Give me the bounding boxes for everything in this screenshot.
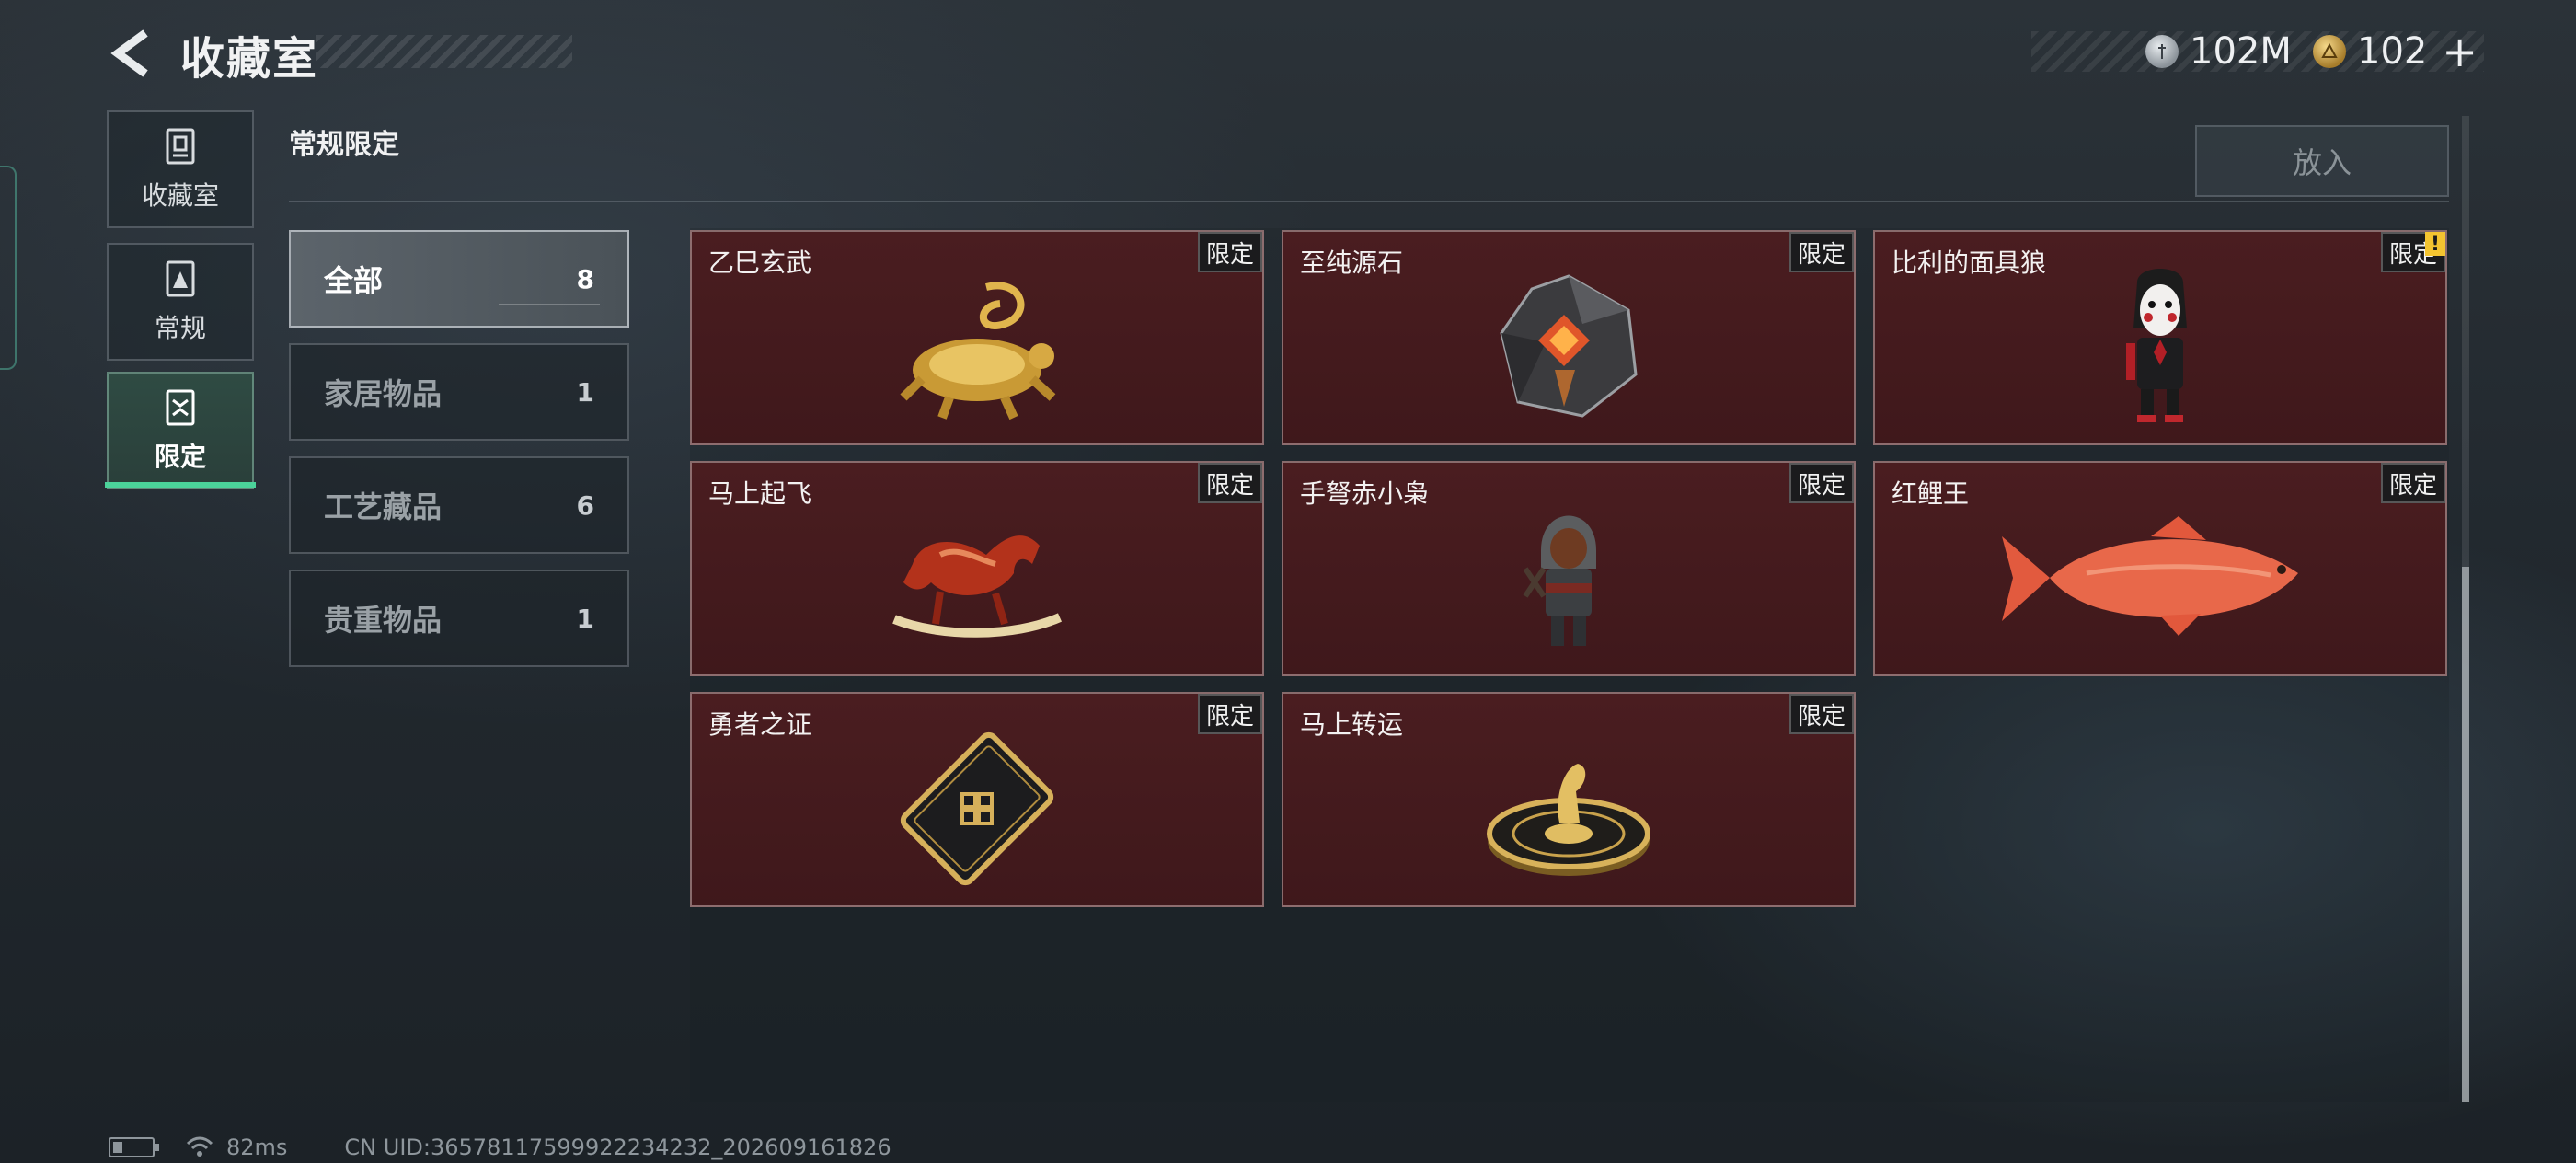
limited-badge: 限定 bbox=[1198, 694, 1262, 734]
place-button[interactable]: 放入 bbox=[2195, 125, 2449, 197]
gold-coin-icon bbox=[2313, 35, 2346, 68]
category-home-items[interactable]: 家居物品 1 bbox=[289, 343, 629, 441]
nav-item-label: 限定 bbox=[154, 442, 206, 472]
category-bar bbox=[499, 304, 600, 305]
item-card[interactable]: 比利的面具狼 限定 ! bbox=[1873, 230, 2447, 445]
status-footer: 82ms CN UID:3657811759992223423​2_202609… bbox=[109, 1134, 891, 1161]
item-name: 马上转运 bbox=[1300, 709, 1404, 740]
limited-badge: 限定 bbox=[1198, 463, 1262, 503]
nav-item-label: 常规 bbox=[154, 313, 206, 343]
add-currency-button[interactable]: + bbox=[2442, 30, 2478, 73]
uid-text: CN UID:3657811759992223423​2_20260916182… bbox=[344, 1134, 891, 1160]
item-name: 至纯源石 bbox=[1300, 248, 1404, 278]
limited-badge: 限定 bbox=[1198, 232, 1262, 272]
page-title: 收藏室 bbox=[180, 33, 319, 85]
item-card[interactable]: 至纯源石 限定 bbox=[1282, 230, 1856, 445]
nav-active-indicator bbox=[105, 482, 256, 488]
section-divider bbox=[289, 201, 2449, 202]
category-name: 全部 bbox=[324, 263, 384, 298]
nav-item-limited[interactable]: 限定 bbox=[107, 372, 254, 489]
battery-icon bbox=[109, 1137, 159, 1157]
item-card[interactable]: 手弩赤小枭 限定 bbox=[1282, 461, 1856, 676]
nav-item-regular[interactable]: 常规 bbox=[107, 243, 254, 361]
gold-amount: 102 bbox=[2357, 30, 2428, 73]
limited-badge: 限定 bbox=[1789, 694, 1854, 734]
silver-currency: 102M bbox=[2145, 28, 2292, 75]
side-pull-tab[interactable] bbox=[0, 166, 17, 370]
silver-coin-icon bbox=[2145, 35, 2179, 68]
category-all[interactable]: 全部 8 bbox=[289, 230, 629, 328]
item-name: 勇者之证 bbox=[708, 709, 812, 740]
wifi-icon bbox=[186, 1136, 213, 1157]
item-card[interactable]: 勇者之证 限定 bbox=[690, 692, 1264, 907]
limited-badge: 限定 bbox=[1789, 463, 1854, 503]
collection-room-icon bbox=[166, 128, 195, 165]
item-name: 乙巳玄武 bbox=[708, 248, 812, 278]
new-marker-icon: ! bbox=[2425, 232, 2445, 256]
limited-badge: 限定 bbox=[1789, 232, 1854, 272]
category-count: 1 bbox=[576, 376, 594, 408]
back-arrow-icon bbox=[110, 29, 148, 77]
ping-text: 82ms bbox=[226, 1134, 288, 1160]
nav-item-collection-room[interactable]: 收藏室 bbox=[107, 110, 254, 228]
scrollbar-thumb[interactable] bbox=[2462, 567, 2469, 1102]
title-decoration bbox=[316, 35, 572, 68]
item-card[interactable]: 乙巳玄武 限定 bbox=[690, 230, 1264, 445]
item-name: 手弩赤小枭 bbox=[1300, 478, 1430, 509]
regular-icon bbox=[166, 260, 195, 297]
back-button[interactable] bbox=[103, 26, 158, 81]
item-name: 比利的面具狼 bbox=[1892, 248, 2047, 278]
limited-badge: 限定 bbox=[2381, 463, 2445, 503]
section-title: 常规限定 bbox=[289, 129, 399, 161]
gold-currency: 102 + bbox=[2313, 28, 2478, 75]
limited-icon bbox=[166, 389, 195, 426]
category-crafts[interactable]: 工艺藏品 6 bbox=[289, 456, 629, 554]
category-count: 1 bbox=[576, 603, 594, 634]
category-valuables[interactable]: 贵重物品 1 bbox=[289, 570, 629, 667]
item-card[interactable]: 马上转运 限定 bbox=[1282, 692, 1856, 907]
category-name: 工艺藏品 bbox=[324, 489, 443, 524]
category-name: 贵重物品 bbox=[324, 603, 443, 638]
item-card[interactable]: 马上起飞 限定 bbox=[690, 461, 1264, 676]
item-name: 马上起飞 bbox=[708, 478, 812, 509]
silver-amount: 102M bbox=[2190, 30, 2292, 73]
category-name: 家居物品 bbox=[324, 376, 443, 411]
item-card[interactable]: 红鲤王 限定 bbox=[1873, 461, 2447, 676]
category-count: 6 bbox=[576, 489, 594, 521]
category-count: 8 bbox=[576, 263, 594, 294]
nav-item-label: 收藏室 bbox=[141, 180, 219, 211]
item-name: 红鲤王 bbox=[1892, 478, 1970, 509]
